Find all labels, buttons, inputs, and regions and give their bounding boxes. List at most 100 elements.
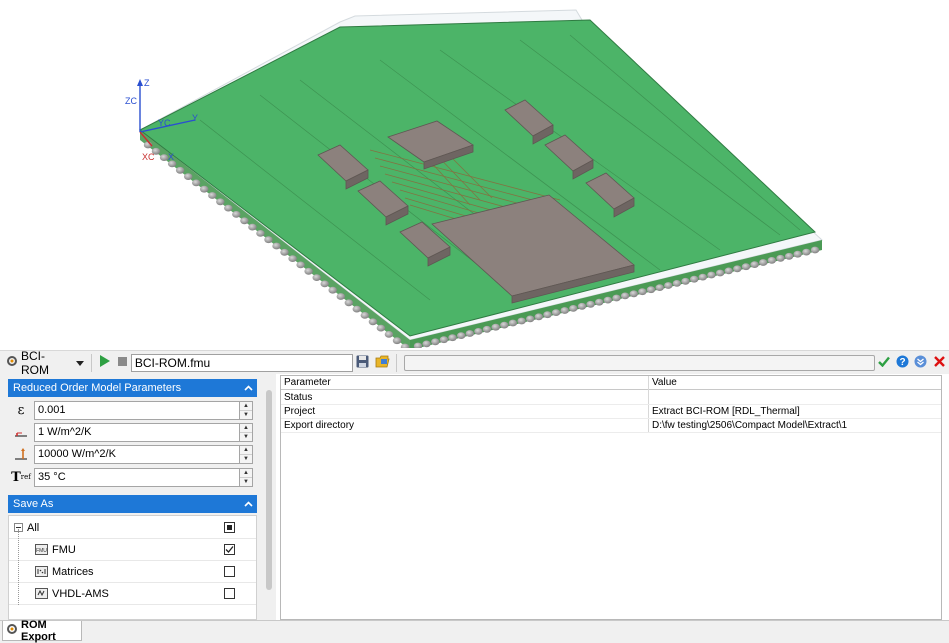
vhdl-checkbox[interactable] xyxy=(224,588,235,599)
expand-icon xyxy=(914,355,927,371)
solder-ball xyxy=(543,311,552,319)
solder-ball xyxy=(638,288,647,296)
solder-ball xyxy=(264,236,273,244)
solder-ball xyxy=(175,166,185,174)
app-root: Z ZC YC Y XC X BCI-ROM BCI-ROM.fmu ? Red… xyxy=(0,0,949,643)
close-icon xyxy=(933,355,945,370)
solder-ball xyxy=(646,286,656,294)
expand-button[interactable] xyxy=(911,353,929,373)
stop-button[interactable] xyxy=(115,353,131,373)
solder-ball xyxy=(534,313,543,321)
vhdl-icon xyxy=(35,587,48,603)
fmu-checkbox[interactable] xyxy=(224,544,235,555)
save-as-title: Save As xyxy=(13,498,54,510)
solder-ball xyxy=(240,217,249,225)
solder-ball xyxy=(526,315,535,323)
solder-ball xyxy=(810,246,820,254)
save-icon xyxy=(356,355,369,371)
svg-text:Z: Z xyxy=(144,78,150,88)
chevron-up-icon[interactable] xyxy=(239,379,257,397)
fmu-filename-input[interactable] xyxy=(130,353,353,372)
h-min-input[interactable] xyxy=(34,422,240,442)
solder-ball xyxy=(368,318,378,326)
accept-button[interactable] xyxy=(875,353,893,373)
tree-label-all: All xyxy=(27,521,40,534)
stop-icon xyxy=(118,356,128,369)
tree-connector xyxy=(18,529,19,605)
epsilon-symbol: ε xyxy=(17,402,25,418)
solder-ball xyxy=(320,280,329,288)
open-folder-button[interactable] xyxy=(373,353,393,373)
solder-ball xyxy=(482,325,492,333)
tree-row-matrices[interactable]: Matrices xyxy=(9,561,256,583)
param-h-min: ▲▼ xyxy=(8,421,257,443)
solder-ball xyxy=(224,204,233,212)
rom-export-icon xyxy=(6,623,18,638)
tree-row-fmu[interactable]: FMU FMU xyxy=(9,539,256,561)
close-button[interactable] xyxy=(929,353,949,373)
solder-ball xyxy=(457,332,466,339)
solder-ball xyxy=(431,338,440,346)
save-as-tree: All FMU FMU Matrices VHDL-AMS xyxy=(8,515,257,620)
solder-ball xyxy=(551,309,561,316)
rom-type-dropdown[interactable]: BCI-ROM xyxy=(0,349,88,377)
help-button[interactable]: ? xyxy=(893,353,911,373)
solder-ball xyxy=(508,319,518,327)
solder-ball xyxy=(793,250,802,258)
solder-ball xyxy=(384,331,394,338)
run-icon xyxy=(99,355,111,370)
save-button[interactable] xyxy=(353,353,373,373)
h-min-spinner[interactable]: ▲ ▼ xyxy=(240,422,253,442)
t-ref-input[interactable] xyxy=(34,467,240,487)
matrices-checkbox[interactable] xyxy=(224,566,235,577)
tab-rom-export-label: ROM Export xyxy=(21,618,56,643)
solder-ball xyxy=(715,269,725,277)
tree-row-vhdl[interactable]: VHDL-AMS xyxy=(9,583,256,605)
solder-ball xyxy=(655,284,664,291)
column-header-parameter[interactable]: Parameter xyxy=(281,376,649,390)
solder-ball xyxy=(200,185,209,193)
table-row-export-value: D:\fw testing\2506\Compact Model\Extract… xyxy=(652,419,848,431)
svg-text:XC: XC xyxy=(142,152,155,162)
solder-ball xyxy=(603,296,613,304)
solder-ball xyxy=(304,267,313,275)
tree-label-fmu: FMU xyxy=(52,543,76,556)
rom-params-header[interactable]: Reduced Order Model Parameters xyxy=(8,379,257,397)
chevron-up-icon[interactable] xyxy=(239,495,257,513)
tree-row-all[interactable]: All xyxy=(9,517,256,539)
epsilon-input[interactable] xyxy=(34,400,240,420)
t-ref-symbol: Tref xyxy=(11,469,31,485)
solder-ball xyxy=(328,286,337,294)
solder-ball xyxy=(595,298,604,306)
fmu-icon: FMU xyxy=(35,543,48,559)
all-checkbox[interactable] xyxy=(224,522,235,533)
solder-ball xyxy=(586,300,595,308)
rom-params-title: Reduced Order Model Parameters xyxy=(13,382,182,394)
h-max-input[interactable] xyxy=(34,444,240,464)
solder-ball xyxy=(352,305,361,313)
parameter-table: Parameter Value Status Project Extract B… xyxy=(280,375,942,620)
solder-ball xyxy=(560,307,569,314)
solder-ball xyxy=(767,257,776,264)
accept-icon xyxy=(878,356,891,370)
solder-ball xyxy=(296,261,305,269)
t-ref-spinner[interactable]: ▲ ▼ xyxy=(240,467,253,487)
column-header-value[interactable]: Value xyxy=(649,376,941,390)
save-as-header[interactable]: Save As xyxy=(8,495,257,513)
solder-ball xyxy=(448,334,457,342)
solder-ball xyxy=(569,305,578,312)
solder-ball xyxy=(741,263,751,271)
3d-viewport[interactable]: Z ZC YC Y XC X xyxy=(0,0,949,348)
solder-ball xyxy=(208,192,217,199)
table-row-status-value xyxy=(649,390,941,404)
epsilon-spinner[interactable]: ▲ ▼ xyxy=(240,400,253,420)
run-button[interactable] xyxy=(95,353,115,373)
solder-ball xyxy=(232,211,241,218)
svg-text:X: X xyxy=(168,152,174,162)
solder-ball xyxy=(360,312,369,319)
solder-ball xyxy=(802,248,811,256)
left-panel-scrollbar[interactable] xyxy=(266,390,272,590)
h-max-spinner[interactable]: ▲ ▼ xyxy=(240,444,253,464)
tab-rom-export[interactable]: ROM Export xyxy=(2,618,82,643)
solder-ball xyxy=(759,259,768,266)
